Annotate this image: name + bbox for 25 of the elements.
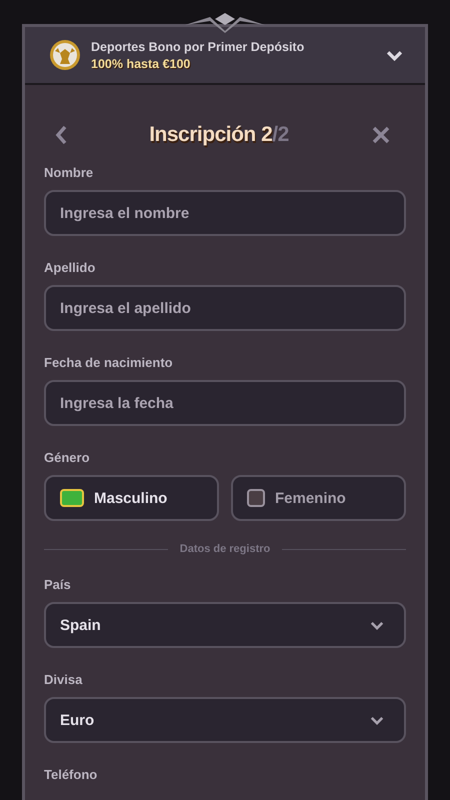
ornament-icon	[185, 13, 265, 33]
field-label: Apellido	[44, 260, 96, 275]
input-field[interactable]: Ingresa la fecha	[44, 380, 406, 426]
field-label: Teléfono	[44, 767, 98, 782]
chevron-down-icon	[370, 620, 384, 630]
close-icon[interactable]	[371, 125, 391, 145]
gender-option[interactable]: Masculino	[44, 475, 219, 521]
back-icon[interactable]	[55, 125, 67, 145]
input-field[interactable]: Ingresa el nombre	[44, 190, 406, 236]
section-divider-label: Datos de registro	[180, 543, 270, 555]
form-title: Inscripción 2	[149, 123, 272, 146]
bonus-title: Deportes Bono por Primer Depósito	[91, 40, 306, 54]
gender-option[interactable]: Femenino	[231, 475, 406, 521]
bonus-banner[interactable]: Deportes Bono por Primer Depósito 100% hasta €100	[25, 27, 425, 85]
field-label: Divisa	[44, 672, 84, 687]
chevron-down-icon	[370, 716, 384, 724]
field-label: Fecha de nacimiento	[44, 355, 174, 370]
bonus-amount: 100% hasta €100	[91, 56, 192, 70]
field-label: País	[44, 577, 72, 592]
step-total: /2	[272, 123, 289, 146]
field-label: Género	[44, 450, 91, 465]
dropdown-field[interactable]: Euro	[44, 697, 406, 743]
field-label: Nombre	[44, 165, 94, 180]
dropdown-field[interactable]: Spain	[44, 602, 406, 648]
input-field[interactable]: Ingresa el apellido	[44, 285, 406, 331]
